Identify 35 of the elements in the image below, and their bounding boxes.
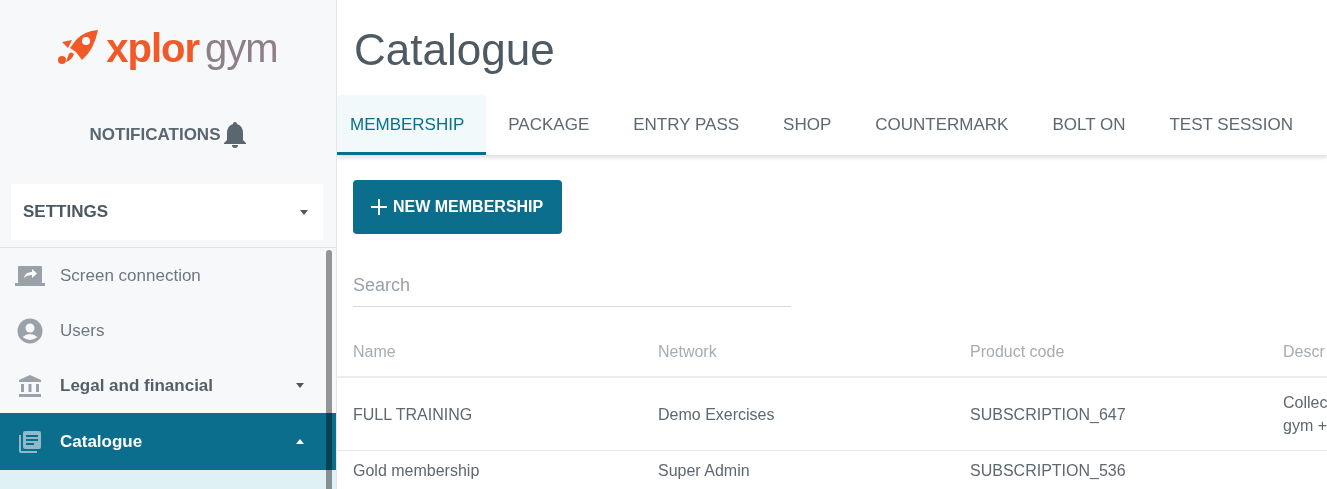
- tab[interactable]: SHOP: [770, 95, 854, 155]
- bell-icon: [224, 122, 247, 148]
- settings-dropdown[interactable]: SETTINGS: [11, 184, 323, 240]
- table-cell-text: SUBSCRIPTION_536: [970, 461, 1127, 481]
- brand-name: xplor: [106, 28, 200, 68]
- sidebar-item[interactable]: Catalogue: [0, 413, 336, 470]
- tab[interactable]: COUNTERMARK: [862, 95, 1031, 155]
- tab[interactable]: ENTRY PASS: [620, 95, 762, 155]
- caret-icon: [296, 439, 304, 444]
- rocket-icon: [58, 30, 101, 66]
- tab[interactable]: PACKAGE: [495, 95, 612, 155]
- table-cell-text: Collec gym +: [1283, 393, 1327, 436]
- plus-icon: [371, 199, 387, 215]
- product-name: gym: [205, 28, 278, 68]
- page-title: Catalogue: [353, 23, 556, 76]
- laptop-share-icon: [15, 265, 45, 286]
- caret-icon: [296, 383, 304, 388]
- tab[interactable]: BOLT ON: [1039, 95, 1148, 155]
- sidebar-item[interactable]: Screen connection: [0, 248, 336, 303]
- notifications-link[interactable]: NOTIFICATIONS: [89, 125, 221, 145]
- sidebar-item[interactable]: Legal and financial: [0, 358, 336, 413]
- sidebar-item[interactable]: Users: [0, 303, 336, 358]
- user-icon: [17, 317, 43, 344]
- tab[interactable]: TEST SESSION: [1156, 95, 1315, 155]
- table-cell-text: Super Admin: [658, 461, 751, 481]
- scrollbar[interactable]: [326, 250, 332, 489]
- tab[interactable]: MEMBERSHIP: [337, 95, 487, 155]
- table-cell-text: FULL TRAINING: [353, 404, 474, 425]
- caret-icon: [300, 209, 308, 215]
- table-cell-text: Gold membership: [353, 461, 481, 481]
- bank-icon: [19, 374, 41, 397]
- table-cell-text: SUBSCRIPTION_647: [970, 404, 1127, 425]
- table-cell-text: Demo Exercises: [658, 404, 776, 425]
- document-stack-icon: [19, 430, 41, 453]
- new-membership-button[interactable]: NEW MEMBERSHIP: [353, 180, 562, 234]
